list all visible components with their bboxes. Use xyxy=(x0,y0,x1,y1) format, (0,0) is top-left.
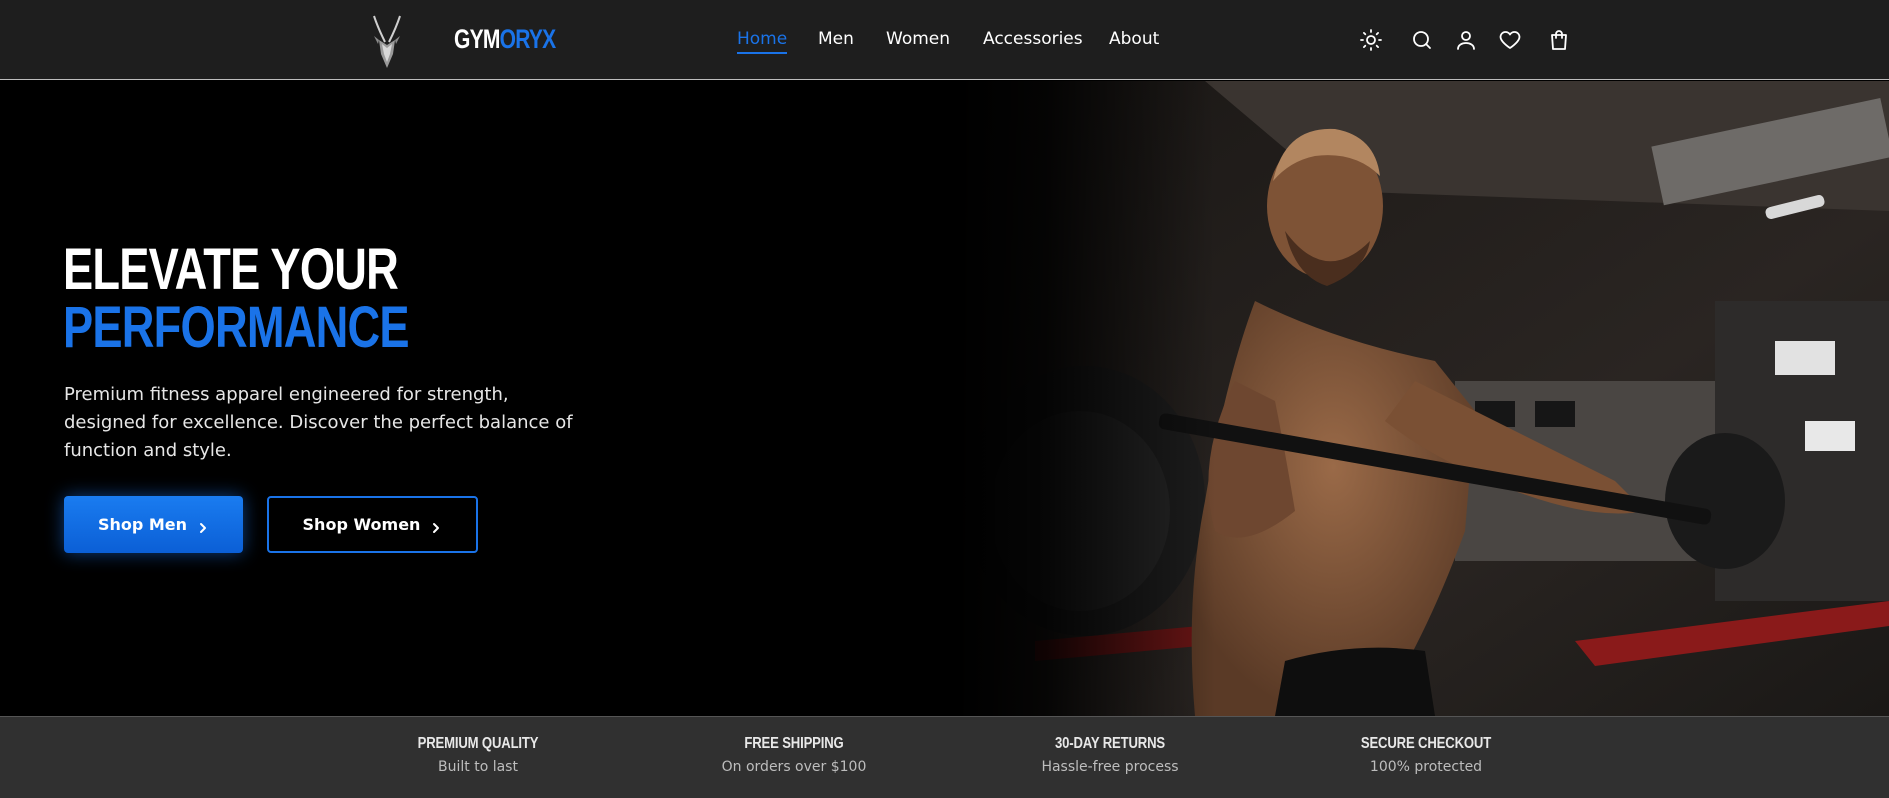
feature-subtitle: On orders over $100 xyxy=(721,759,867,775)
search-icon[interactable] xyxy=(1410,28,1434,52)
sun-icon[interactable] xyxy=(1359,28,1383,52)
shop-women-label: Shop Women xyxy=(302,515,421,534)
user-icon[interactable] xyxy=(1454,28,1478,52)
brand-wordmark[interactable]: GYMORYX xyxy=(454,22,557,56)
feature-free-shipping: FREE SHIPPING On orders over $100 xyxy=(684,735,904,775)
hero-title: ELEVATE YOUR PERFORMANCE xyxy=(63,237,410,360)
feature-secure-checkout: SECURE CHECKOUT 100% protected xyxy=(1316,735,1536,775)
feature-title: PREMIUM QUALITY xyxy=(417,735,539,752)
hero-section: ELEVATE YOUR PERFORMANCE Premium fitness… xyxy=(0,81,1889,716)
shop-men-button[interactable]: Shop Men xyxy=(64,496,243,553)
feature-subtitle: Built to last xyxy=(438,759,518,775)
features-bar: PREMIUM QUALITY Built to last FREE SHIPP… xyxy=(0,716,1889,798)
nav-about[interactable]: About xyxy=(1109,28,1159,50)
nav-home[interactable]: Home xyxy=(737,28,788,54)
chevron-right-icon xyxy=(430,519,442,533)
shop-men-label: Shop Men xyxy=(97,515,188,534)
oryx-logo-icon[interactable] xyxy=(368,14,406,70)
nav-women[interactable]: Women xyxy=(886,28,950,50)
site-header: GYMORYX Home Men Women Accessories About xyxy=(0,0,1889,80)
chevron-right-icon xyxy=(197,519,209,533)
feature-returns: 30-DAY RETURNS Hassle-free process xyxy=(1000,735,1220,775)
hero-title-line-1: ELEVATE YOUR xyxy=(63,237,399,302)
hero-title-line-2: PERFORMANCE xyxy=(63,295,410,360)
nav-accessories[interactable]: Accessories xyxy=(983,28,1083,50)
feature-premium-quality: PREMIUM QUALITY Built to last xyxy=(368,735,588,775)
feature-title: SECURE CHECKOUT xyxy=(1360,735,1492,752)
hero-photo-fade xyxy=(955,81,1215,716)
shopping-bag-icon[interactable] xyxy=(1547,28,1571,52)
brand-part-1: GYM xyxy=(454,24,500,54)
feature-subtitle: 100% protected xyxy=(1369,759,1483,775)
heart-icon[interactable] xyxy=(1498,28,1522,52)
nav-men[interactable]: Men xyxy=(818,28,854,50)
hero-subtitle: Premium fitness apparel engineered for s… xyxy=(64,384,573,461)
shop-women-button[interactable]: Shop Women xyxy=(267,496,478,553)
feature-title: 30-DAY RETURNS xyxy=(1054,735,1165,752)
feature-title: FREE SHIPPING xyxy=(744,735,844,752)
brand-part-2: ORYX xyxy=(499,24,557,54)
feature-subtitle: Hassle-free process xyxy=(1041,759,1179,775)
